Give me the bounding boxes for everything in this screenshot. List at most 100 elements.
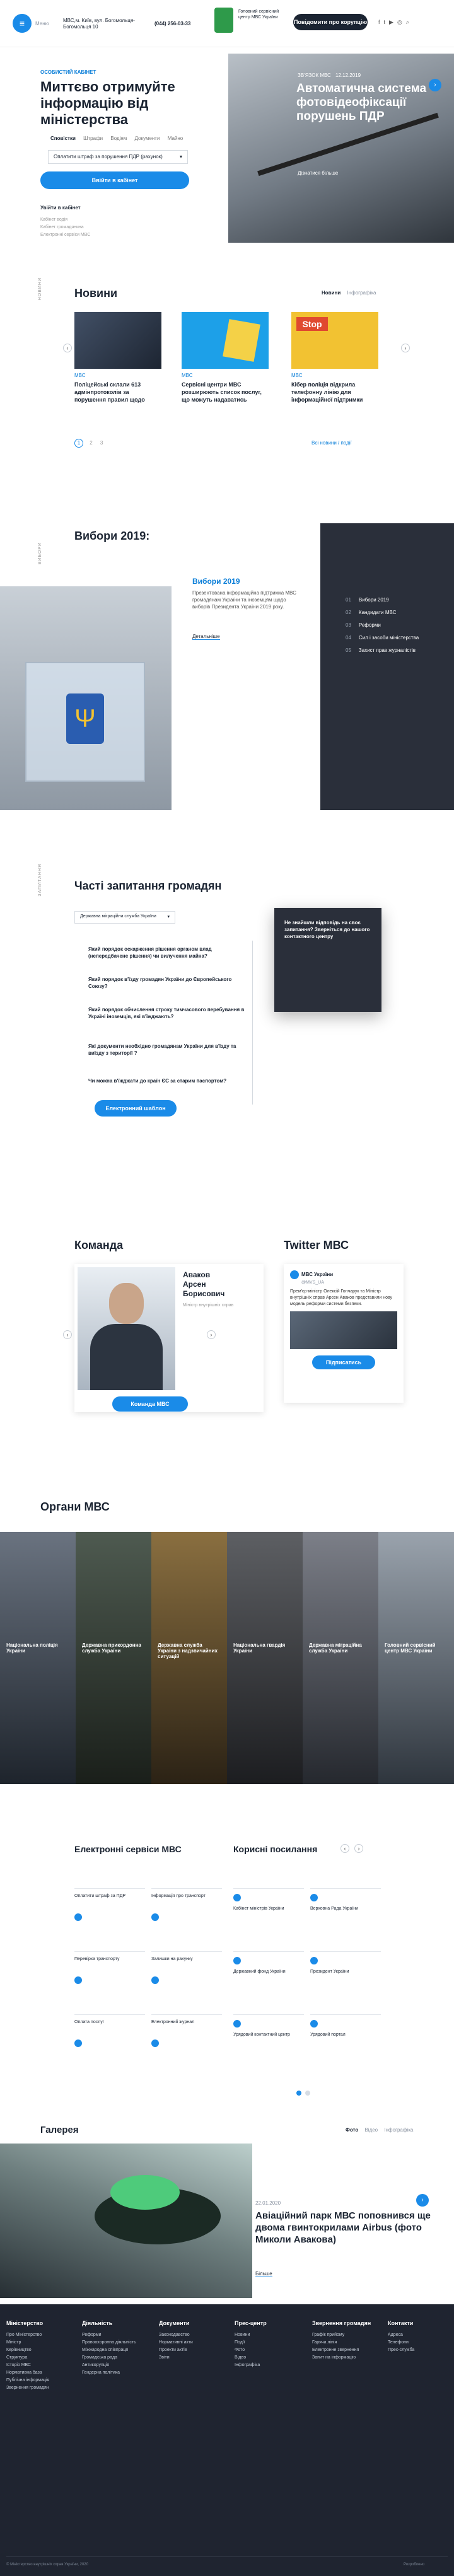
news-headline[interactable]: Поліцейські склали 613 адмінпротоколів з…	[74, 381, 161, 403]
service-card[interactable]: Перевірка транспорту	[74, 1951, 145, 2002]
faq-question[interactable]: Який порядок обчислення строку тимчасово…	[88, 1006, 249, 1043]
instagram-icon[interactable]: ◎	[397, 19, 406, 25]
facebook-icon[interactable]: f	[378, 19, 384, 25]
side-item[interactable]: 03 Реформи	[346, 619, 419, 632]
organ-card[interactable]: Національна гвардія України	[227, 1532, 303, 1784]
tab-fines[interactable]: Штрафи	[83, 136, 103, 141]
filter-infographics[interactable]: Інфографіка	[347, 290, 376, 296]
news-headline[interactable]: Кібер поліція відкрила телефонну лінію д…	[291, 381, 378, 403]
login-button[interactable]: Ввійти в кабінет	[40, 171, 189, 189]
footer-link[interactable]: Фото	[235, 2348, 304, 2352]
team-card[interactable]: Аваков Арсен Борисович Міністр внутрішні…	[74, 1264, 264, 1412]
dot[interactable]	[305, 2091, 310, 2096]
side-item[interactable]: 04 Сил і засоби міністерства	[346, 632, 419, 644]
useful-card[interactable]: Президент України	[310, 1951, 381, 2002]
faq-question[interactable]: Які документи необхідно громадянам Украї…	[88, 1043, 249, 1077]
news-prev-button[interactable]: ‹	[63, 344, 72, 352]
footer-link[interactable]: Правоохоронна діяльність	[82, 2340, 151, 2345]
gallery-image[interactable]	[0, 2144, 252, 2298]
footer-link[interactable]: Міжнародна співпраця	[82, 2348, 151, 2352]
footer-link[interactable]: Міністр	[6, 2340, 76, 2345]
search-icon[interactable]: ⌕	[406, 19, 413, 25]
team-prev-button[interactable]: ‹	[63, 1330, 72, 1339]
faq-question[interactable]: Який порядок оскарження рішення органом …	[88, 946, 249, 976]
service-card[interactable]: Інформація про транспорт	[151, 1888, 222, 1939]
tab-drivers[interactable]: Водіям	[110, 136, 127, 141]
side-item[interactable]: 05 Захист прав журналістів	[346, 644, 419, 657]
footer-link[interactable]: Реформи	[82, 2333, 151, 2337]
elections-image[interactable]: Ψ	[0, 586, 172, 810]
link-driver-cabinet[interactable]: Кабінет водія	[40, 216, 90, 224]
menu-label[interactable]: Меню	[35, 21, 49, 26]
elections-link[interactable]: Детальніше	[192, 634, 220, 640]
ministry-emblem[interactable]	[214, 8, 233, 33]
side-item[interactable]: 01 Вибори 2019	[346, 594, 419, 606]
footer-link[interactable]: Телефони	[388, 2340, 451, 2345]
help-card[interactable]: Не знайшли відповідь на своє запитання? …	[274, 908, 381, 1012]
footer-link[interactable]: Події	[235, 2340, 304, 2345]
gallery-more-link[interactable]: Більше	[255, 2271, 272, 2277]
footer-link[interactable]: Електронне звернення	[312, 2348, 381, 2352]
useful-prev-button[interactable]: ‹	[340, 1844, 349, 1853]
service-card[interactable]: Оплатити штраф за ПДР	[74, 1888, 145, 1939]
team-next-button[interactable]: ›	[207, 1330, 216, 1339]
tab-property[interactable]: Майно	[168, 136, 183, 141]
footer-link[interactable]: Адреса	[388, 2333, 451, 2337]
tab-notices[interactable]: Сповістки	[50, 136, 76, 141]
developer-credit[interactable]: Розроблено	[404, 2563, 424, 2567]
useful-card[interactable]: Урядовий портал	[310, 2014, 381, 2065]
phone[interactable]: (044) 256-03-33	[154, 21, 190, 26]
report-corruption-button[interactable]: Повідомити про корупцію	[293, 14, 368, 30]
footer-link[interactable]: Громадська рада	[82, 2355, 151, 2360]
footer-link[interactable]: Публічна інформація	[6, 2378, 76, 2382]
hero-select[interactable]: Оплатити штраф за порушення ПДР (рахунок…	[48, 150, 188, 164]
footer-link[interactable]: Інфографіка	[235, 2363, 304, 2367]
useful-next-button[interactable]: ›	[354, 1844, 363, 1853]
useful-card[interactable]: Урядовий контактний центр	[233, 2014, 304, 2065]
useful-card[interactable]: Верховна Рада України	[310, 1888, 381, 1939]
side-item[interactable]: 02 Кандидати МВС	[346, 606, 419, 619]
twitter-icon[interactable]: t	[384, 19, 390, 25]
news-card[interactable]: Stop МВС Кібер поліція відкрила телефонн…	[291, 312, 378, 403]
hero-side-more[interactable]: Дізнатися більше	[298, 170, 338, 176]
footer-link[interactable]: Законодавство	[159, 2333, 228, 2337]
dot[interactable]	[296, 2091, 301, 2096]
tab-documents[interactable]: Документи	[134, 136, 160, 141]
footer-link[interactable]: Структура	[6, 2355, 76, 2360]
hero-side-image[interactable]: ЗВ'ЯЗОК МВС 12.12.2019 Автоматична систе…	[228, 54, 454, 243]
news-next-button[interactable]: ›	[401, 344, 410, 352]
footer-link[interactable]: Нормативна база	[6, 2370, 76, 2375]
twitter-card[interactable]: МВС України @MVS_UA Прем'єр-міністр Олек…	[284, 1264, 404, 1403]
tab-infographics[interactable]: Інфографіка	[384, 2127, 413, 2133]
gallery-next-button[interactable]: ›	[416, 2194, 429, 2207]
footer-link[interactable]: Гендерна політика	[82, 2370, 151, 2375]
organ-card[interactable]: Державна міграційна служба України	[303, 1532, 378, 1784]
footer-link[interactable]: Прес-служба	[388, 2348, 451, 2352]
footer-link[interactable]: Відео	[235, 2355, 304, 2360]
footer-link[interactable]: Нормативні акти	[159, 2340, 228, 2345]
filter-news[interactable]: Новини	[322, 290, 340, 296]
tab-video[interactable]: Відео	[364, 2127, 378, 2133]
footer-link[interactable]: Історія МВС	[6, 2363, 76, 2367]
footer-link[interactable]: Графік прийому	[312, 2333, 381, 2337]
tab-photo[interactable]: Фото	[346, 2127, 358, 2133]
footer-link[interactable]: Проекти актів	[159, 2348, 228, 2352]
faq-question[interactable]: Який порядок в'їзду громадян України до …	[88, 976, 249, 1006]
faq-question[interactable]: Чи можна в'їжджати до країн ЄС за старим…	[88, 1077, 249, 1103]
service-card[interactable]: Електронний журнал	[151, 2014, 222, 2065]
all-news-link[interactable]: Всі новини / події	[311, 440, 352, 446]
news-card[interactable]: МВС Сервісні центри МВС розширюють списо…	[182, 312, 269, 403]
menu-button[interactable]: ≡	[13, 14, 32, 33]
subscribe-button[interactable]: Підписатись	[312, 1355, 375, 1369]
organ-card[interactable]: Головний сервісний центр МВС України	[378, 1532, 454, 1784]
page-3[interactable]: 3	[100, 440, 103, 446]
news-headline[interactable]: Сервісні центри МВС розширюють список по…	[182, 381, 269, 403]
organ-card[interactable]: Національна поліція України	[0, 1532, 76, 1784]
service-card[interactable]: Оплата послуг	[74, 2014, 145, 2065]
footer-link[interactable]: Антикорупція	[82, 2363, 151, 2367]
next-slide-button[interactable]: ›	[429, 79, 441, 91]
youtube-icon[interactable]: ▶	[389, 19, 397, 25]
footer-link[interactable]: Гаряча лінія	[312, 2340, 381, 2345]
footer-link[interactable]: Звіти	[159, 2355, 228, 2360]
gallery-caption[interactable]: Авіаційний парк МВС поповнився ще двома …	[255, 2210, 432, 2246]
